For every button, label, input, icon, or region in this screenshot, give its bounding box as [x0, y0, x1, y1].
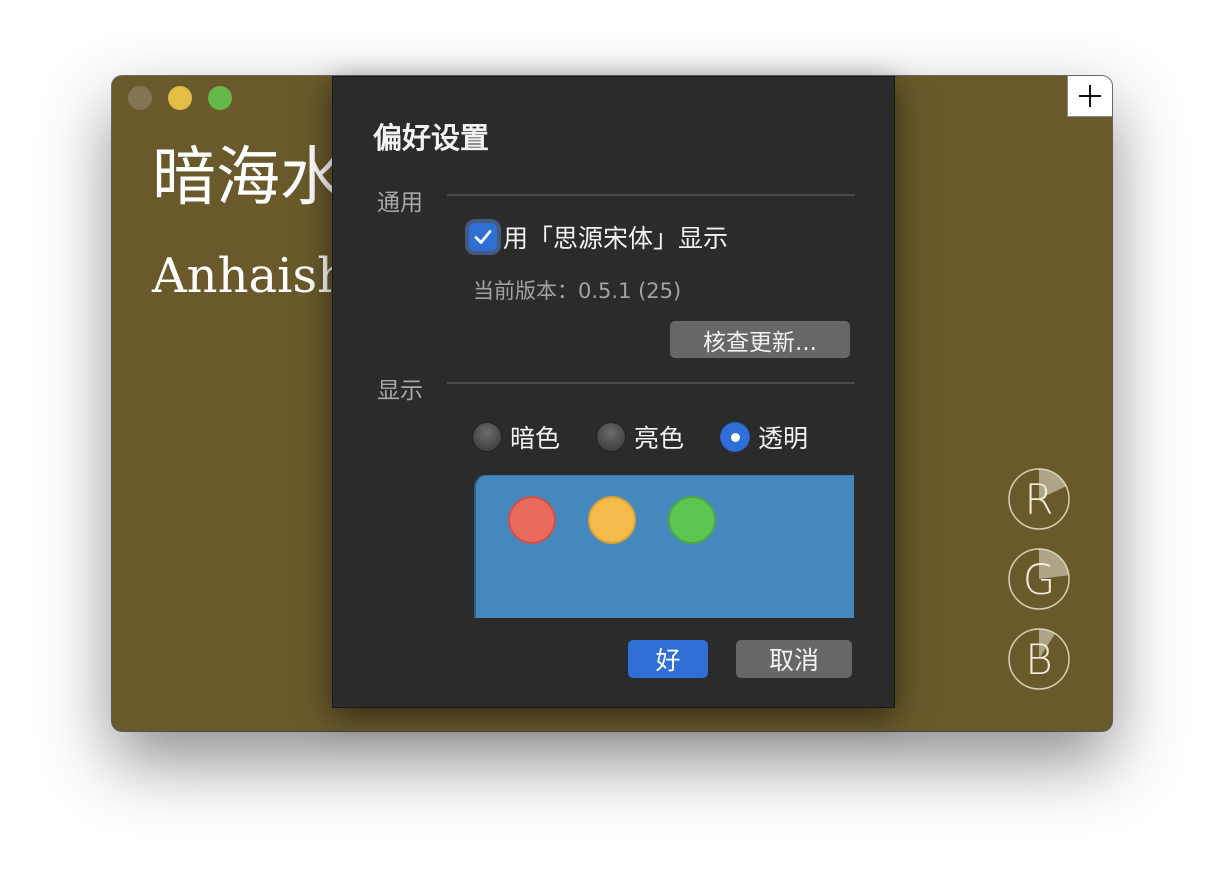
use-font-label: 用「思源宋体」显示: [503, 224, 729, 253]
close-window-button[interactable]: [128, 86, 152, 110]
check-update-button[interactable]: 核查更新...: [670, 321, 850, 358]
add-button[interactable]: [1067, 76, 1112, 117]
green-channel-ring: [1008, 548, 1070, 610]
ok-button[interactable]: 好: [628, 640, 708, 678]
preferences-sheet: 偏好设置 通用 用「思源宋体」显示 当前版本：0.5.1 (25) 核查更新..…: [332, 76, 895, 708]
blue-channel-ring: [1008, 628, 1070, 690]
theme-label-light: 亮色: [634, 424, 685, 453]
blue-channel-indicator[interactable]: B: [1008, 628, 1070, 690]
cancel-button[interactable]: 取消: [736, 640, 852, 678]
display-section-label: 显示: [377, 378, 423, 404]
plus-icon: [1079, 85, 1101, 107]
preview-zoom-dot: [668, 496, 716, 544]
red-channel-ring: [1008, 468, 1070, 530]
theme-preview: [474, 475, 854, 618]
theme-radio-light[interactable]: [596, 422, 626, 452]
version-text: 当前版本：0.5.1 (25): [473, 279, 682, 303]
red-channel-indicator[interactable]: R: [1008, 468, 1070, 530]
use-font-checkbox[interactable]: [469, 223, 497, 251]
theme-radio-dark[interactable]: [472, 422, 502, 452]
theme-label-transparent: 透明: [758, 424, 809, 453]
general-section-label: 通用: [377, 190, 423, 216]
sheet-title: 偏好设置: [373, 121, 490, 155]
theme-option-transparent[interactable]: 透明: [720, 419, 808, 455]
preview-close-dot: [508, 496, 556, 544]
theme-option-dark[interactable]: 暗色: [472, 419, 560, 455]
theme-option-light[interactable]: 亮色: [596, 419, 684, 455]
green-channel-indicator[interactable]: G: [1008, 548, 1070, 610]
theme-radio-transparent[interactable]: [720, 422, 750, 452]
color-name-chinese: 暗海水: [152, 141, 344, 215]
theme-label-dark: 暗色: [510, 424, 561, 453]
minimize-window-button[interactable]: [168, 86, 192, 110]
use-font-option[interactable]: 用「思源宋体」显示: [469, 219, 728, 255]
zoom-window-button[interactable]: [208, 86, 232, 110]
display-divider: [447, 382, 855, 384]
checkmark-icon: [474, 230, 492, 244]
general-divider: [447, 194, 855, 196]
preview-minimize-dot: [588, 496, 636, 544]
